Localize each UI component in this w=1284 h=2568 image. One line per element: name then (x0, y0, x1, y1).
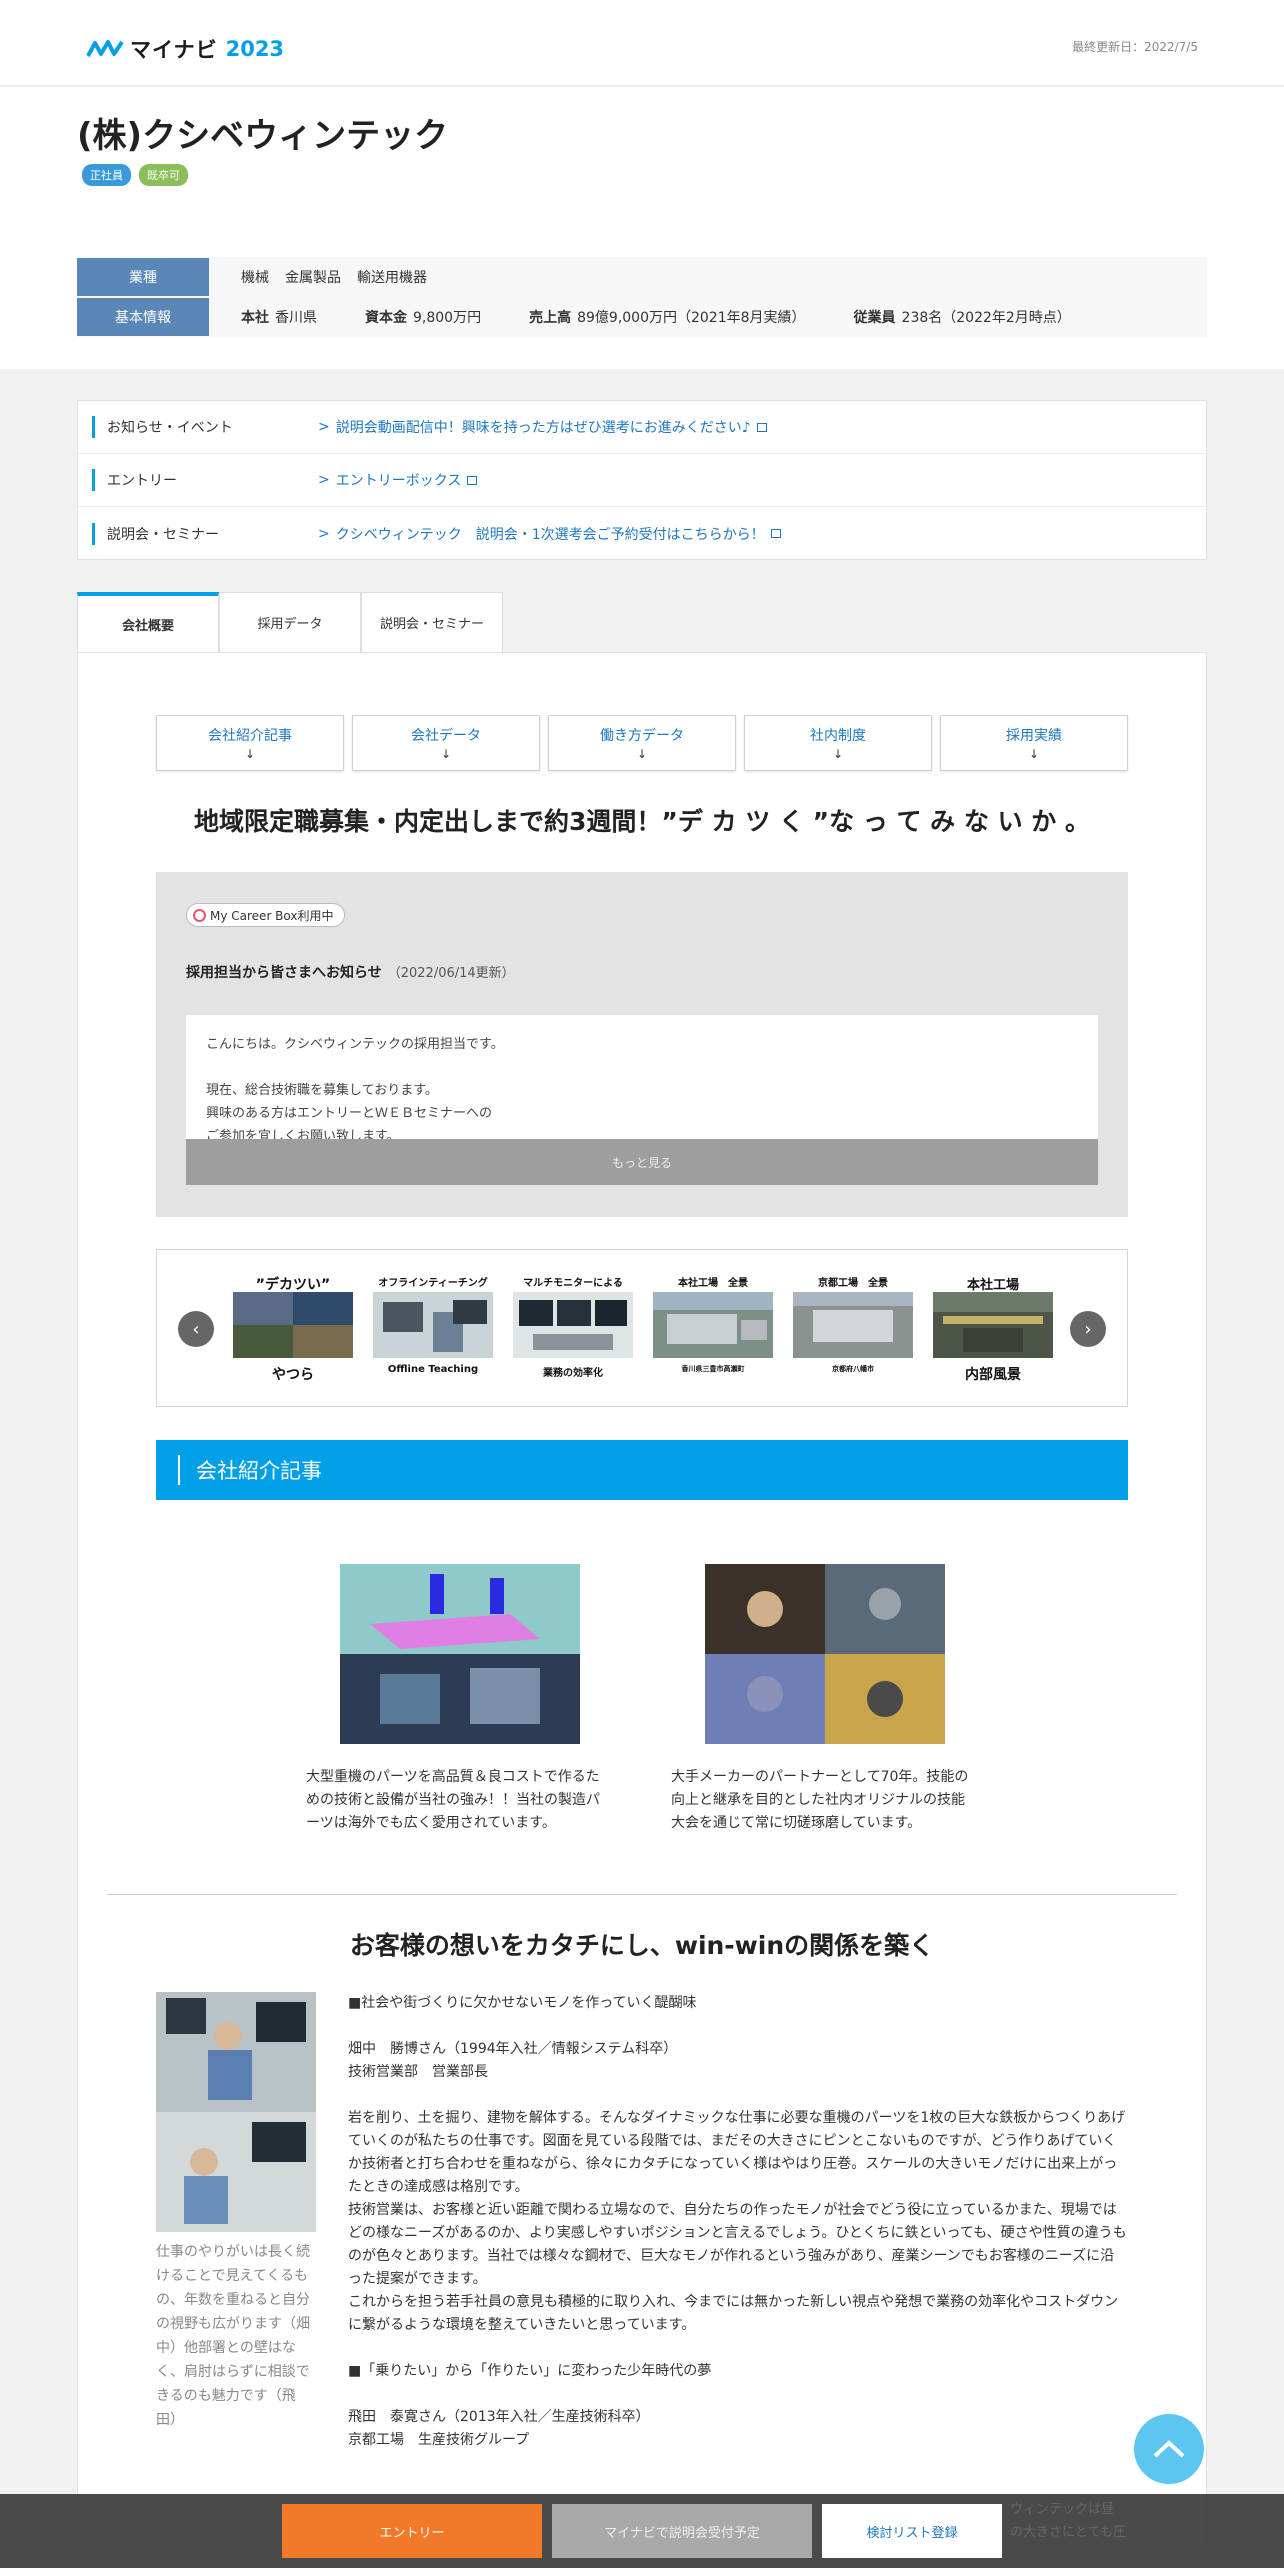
slide-image (513, 1292, 633, 1358)
interview-heading-1: ■社会や街づくりに欠かせないモノを作っていく醍醐味 (348, 1995, 697, 2011)
my-career-box-badge: My Career Box利用中 (186, 903, 345, 927)
notice-link-event[interactable]: > 説明会動画配信中！興味を持った方はぜひ選考にお進みください♪ (318, 417, 767, 437)
bottom-action-bar: エントリー マイナビで説明会受付予定 検討リスト登録 ウィンテックは昼 の大きさ… (0, 2494, 1284, 2568)
carousel-slide[interactable]: 本社工場 全景 香川県三豊市高瀬町 (653, 1274, 773, 1386)
notice-label: エントリー (78, 469, 318, 491)
carousel-slide[interactable]: 本社工場 内部風景 (933, 1274, 1053, 1386)
article-card[interactable]: 大型重機のパーツを高品質＆良コストで作るための技術と設備が当社の強み！！当社の製… (306, 1564, 606, 1835)
notice-label: お知らせ・イベント (78, 416, 318, 438)
interviewee-2: 飛田 泰寛さん（2013年入社／生産技術科卒） 京都工場 生産技術グループ (348, 2409, 650, 2448)
company-name: (株)クシベウィンテック (77, 116, 449, 156)
carousel-slides: ”デカツい” やつら オフラインティーチング Offline Teaching … (233, 1274, 1053, 1386)
recruiter-message-box: My Career Box利用中 採用担当から皆さまへお知らせ （2022/06/… (156, 872, 1128, 1217)
anchor-internal-systems[interactable]: 社内制度 ↓ (744, 715, 932, 771)
show-more-button[interactable]: もっと見る (186, 1139, 1098, 1185)
carousel-slide[interactable]: マルチモニターによる 業務の効率化 (513, 1274, 633, 1386)
industry-row: 業種 機械 金属製品 輸送用機器 (77, 257, 1207, 297)
page-tabs: 会社概要 採用データ 説明会・セミナー (77, 592, 503, 652)
notice-link-entry[interactable]: > エントリーボックス (318, 470, 478, 490)
section-heading-articles: 会社紹介記事 (156, 1440, 1128, 1500)
interview-photo (156, 1992, 316, 2232)
anchor-company-data[interactable]: 会社データ ↓ (352, 715, 540, 771)
slide-image (653, 1292, 773, 1358)
slide-image (373, 1292, 493, 1358)
tab-company-overview[interactable]: 会社概要 (77, 592, 219, 652)
notice-link-seminar[interactable]: > クシベウィンテック 説明会・1次選考会ご予約受付はこちらから！ (318, 524, 781, 544)
interview-title: お客様の想いをカタチにし、win-winの関係を築く (349, 1931, 935, 1960)
interview-heading-2: ■「乗りたい」から「作りたい」に変わった少年時代の夢 (348, 2363, 712, 2379)
article-caption: 大型重機のパーツを高品質＆良コストで作るための技術と設備が当社の強み！！当社の製… (306, 1769, 600, 1831)
carousel-slide[interactable]: ”デカツい” やつら (233, 1274, 353, 1386)
badge-fulltime: 正社員 (82, 164, 131, 186)
hq-info: 本社 香川県 (241, 310, 317, 326)
interview-text-1: 岩を削り、土を掘り、建物を解体する。そんなダイナミックな仕事に必要な重機のパーツ… (348, 2110, 1127, 2333)
article-image (705, 1564, 945, 1744)
carousel-next-button[interactable]: › (1070, 1311, 1106, 1347)
notice-row-seminar: 説明会・セミナー > クシベウィンテック 説明会・1次選考会ご予約受付はこちらから… (78, 507, 1206, 560)
external-link-icon (756, 422, 767, 432)
career-box-icon (193, 908, 206, 922)
seminar-button[interactable]: マイナビで説明会受付予定 (552, 2504, 812, 2558)
tab-recruit-data[interactable]: 採用データ (219, 592, 361, 652)
slide-image (933, 1292, 1053, 1358)
interview-body: ■社会や街づくりに欠かせないモノを作っていく醍醐味 畑中 勝博さん（1994年入… (348, 1992, 1128, 2475)
employees-info: 従業員 238名（2022年2月時点） (853, 310, 1071, 326)
basic-info-row: 基本情報 本社 香川県 資本金 9,800万円 売上高 89億9,000万円（2021… (77, 297, 1207, 337)
notice-label: 説明会・セミナー (78, 523, 318, 545)
scroll-to-top-button[interactable] (1134, 2414, 1204, 2484)
anchor-nav: 会社紹介記事 ↓ 会社データ ↓ 働き方データ ↓ 社内制度 ↓ 採用実績 ↓ (156, 715, 1128, 771)
logo-mark-icon (86, 40, 124, 57)
carousel-slide[interactable]: 京都工場 全景 京都府八幡市 (793, 1274, 913, 1386)
carousel-slide[interactable]: オフラインティーチング Offline Teaching (373, 1274, 493, 1386)
industry-item: 輸送用機器 (357, 270, 427, 286)
external-link-icon (467, 475, 478, 485)
catch-copy: 地域限定職募集・内定出しまで約3週間！”デ カ ツ く ”な っ て み な い… (194, 807, 1090, 836)
notice-row-entry: エントリー > エントリーボックス (78, 454, 1206, 507)
sales-info: 売上高 89億9,000万円（2021年8月実績） (529, 310, 806, 326)
tab-seminar[interactable]: 説明会・セミナー (361, 592, 503, 652)
slide-image (233, 1292, 353, 1358)
message-title: 採用担当から皆さまへお知らせ （2022/06/14更新） (186, 965, 515, 981)
top-bar: マイナビ 2023 最終更新日：2022/7/5 (0, 0, 1284, 86)
notice-row-event: お知らせ・イベント > 説明会動画配信中！興味を持った方はぜひ選考にお進みください… (78, 401, 1206, 454)
logo-year: 2023 (225, 37, 285, 61)
industry-item: 金属製品 (285, 270, 341, 286)
message-date: （2022/06/14更新） (387, 966, 515, 981)
industry-item: 機械 (241, 270, 269, 286)
interview-photo-caption: 仕事のやりがいは長く続けることで見えてくるもの、年数を重ねると自分の視野も広がり… (156, 2244, 310, 2428)
entry-button[interactable]: エントリー (282, 2504, 542, 2558)
anchor-work-data[interactable]: 働き方データ ↓ (548, 715, 736, 771)
section-divider (107, 1894, 1177, 1895)
company-info-table: 業種 機械 金属製品 輸送用機器 基本情報 本社 香川県 資本金 9,800万円 売… (77, 257, 1207, 337)
employment-badges: 正社員 既卒可 (82, 164, 188, 186)
industry-label: 業種 (77, 258, 209, 296)
underlying-text-peek: ウィンテックは昼 の大きさにとても圧 (1010, 2502, 1126, 2540)
external-link-icon (770, 529, 781, 538)
interviewee-1: 畑中 勝博さん（1994年入社／情報システム科卒） 技術営業部 営業部長 (348, 2041, 678, 2080)
carousel-prev-button[interactable]: ‹ (178, 1311, 214, 1347)
basic-info-label: 基本情報 (77, 298, 209, 336)
chevron-up-icon (1153, 2440, 1185, 2458)
capital-info: 資本金 9,800万円 (365, 310, 482, 326)
anchor-hiring-record[interactable]: 採用実績 ↓ (940, 715, 1128, 771)
article-image (340, 1564, 580, 1744)
article-card[interactable]: 大手メーカーのパートナーとして70年。技能の向上と継承を目的とした社内オリジナル… (671, 1564, 971, 1835)
logo-text: マイナビ (130, 38, 218, 62)
notice-box: お知らせ・イベント > 説明会動画配信中！興味を持った方はぜひ選考にお進みください… (77, 400, 1207, 560)
add-to-list-button[interactable]: 検討リスト登録 (822, 2504, 1002, 2558)
anchor-company-articles[interactable]: 会社紹介記事 ↓ (156, 715, 344, 771)
last-updated: 最終更新日：2022/7/5 (1072, 40, 1198, 54)
slide-image (793, 1292, 913, 1358)
article-caption: 大手メーカーのパートナーとして70年。技能の向上と継承を目的とした社内オリジナル… (671, 1769, 969, 1831)
photo-carousel: ‹ ”デカツい” やつら オフラインティーチング Offline Teachin… (156, 1249, 1128, 1407)
badge-graduates-ok: 既卒可 (139, 164, 188, 186)
mynavi-logo[interactable]: マイナビ 2023 (86, 34, 284, 64)
